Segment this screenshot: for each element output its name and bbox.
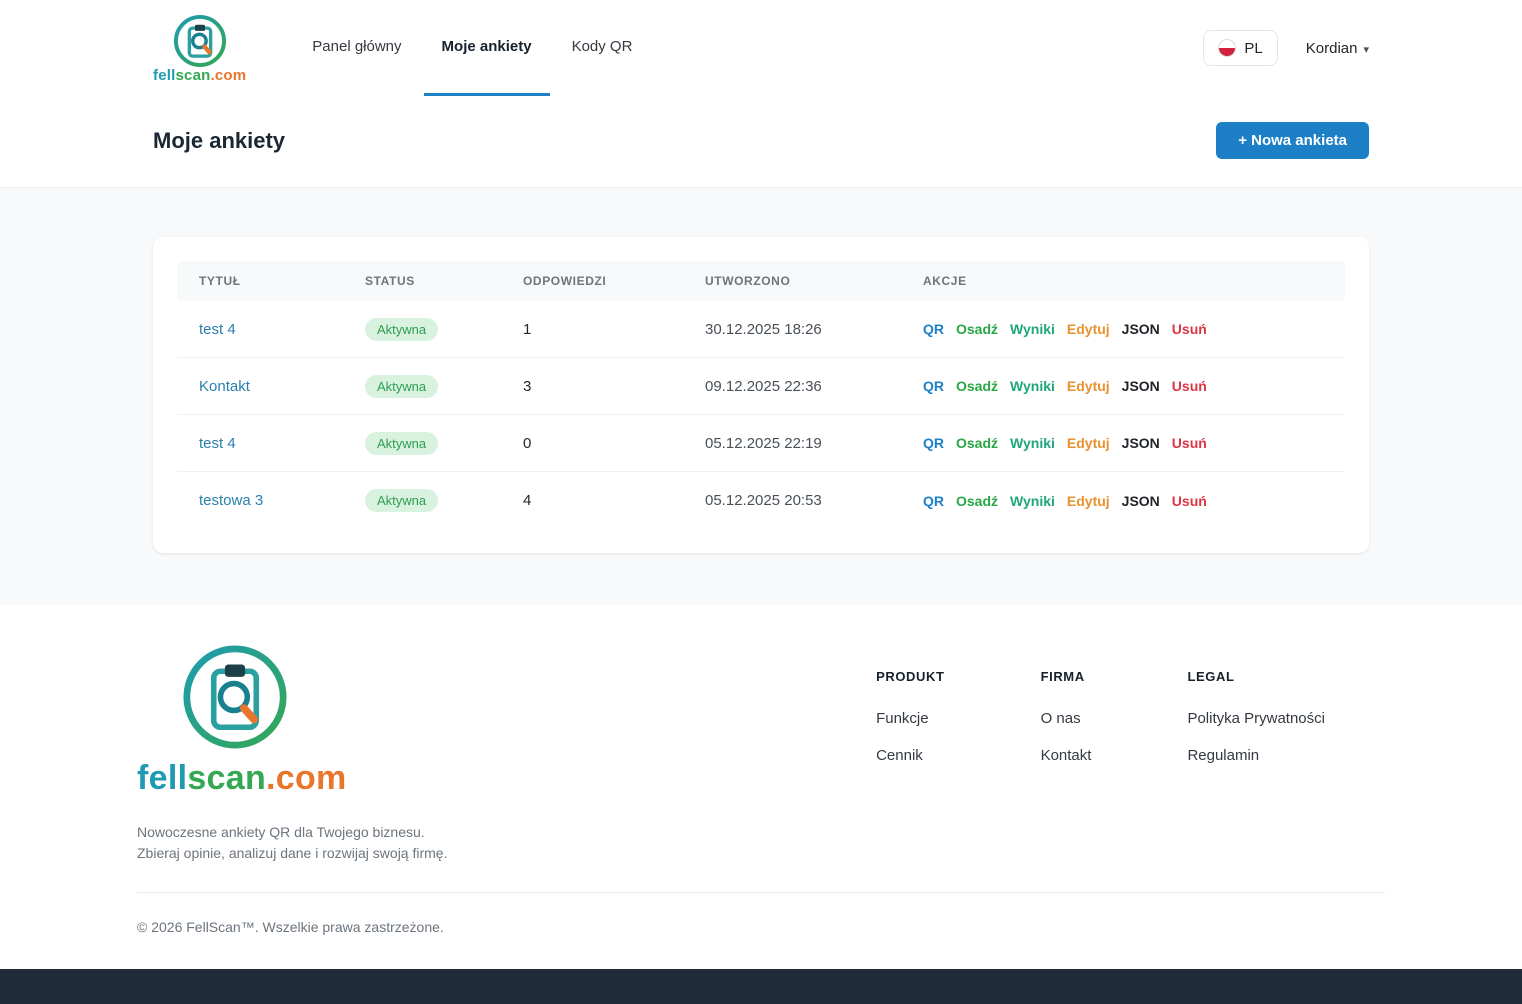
nav-kody-qr[interactable]: Kody QR — [554, 0, 651, 96]
action-qr-link[interactable]: QR — [923, 435, 944, 451]
table-row: test 4 Aktywna 0 05.12.2025 22:19 QR Osa… — [177, 415, 1345, 472]
status-badge: Aktywna — [365, 375, 438, 398]
status-badge: Aktywna — [365, 489, 438, 512]
page-header-bar: Moje ankiety + Nowa ankieta — [0, 96, 1522, 188]
copyright-text: © 2026 FellScan™. Wszelkie prawa zastrze… — [137, 893, 1385, 969]
surveys-card: Tytuł Status Odpowiedzi Utworzono Akcje … — [153, 237, 1369, 553]
action-qr-link[interactable]: QR — [923, 378, 944, 394]
row-actions: QR Osadź Wyniki Edytuj JSON Usuń — [923, 435, 1323, 451]
language-code: PL — [1244, 40, 1262, 57]
status-badge: Aktywna — [365, 432, 438, 455]
nav-panel-glowny[interactable]: Panel główny — [294, 0, 419, 96]
footer-logo-text: fellscan.com — [137, 759, 347, 798]
action-results-link[interactable]: Wyniki — [1010, 493, 1055, 509]
action-json-link[interactable]: JSON — [1122, 378, 1160, 394]
action-delete-link[interactable]: Usuń — [1172, 321, 1207, 337]
footer-tagline: Nowoczesne ankiety QR dla Twojego biznes… — [137, 822, 617, 864]
survey-title-link[interactable]: test 4 — [199, 435, 236, 452]
main-nav: Panel główny Moje ankiety Kody QR — [294, 0, 650, 96]
row-actions: QR Osadź Wyniki Edytuj JSON Usuń — [923, 493, 1323, 509]
survey-title-link[interactable]: testowa 3 — [199, 492, 263, 509]
action-json-link[interactable]: JSON — [1122, 321, 1160, 337]
action-delete-link[interactable]: Usuń — [1172, 435, 1207, 451]
site-footer: fellscan.com Nowoczesne ankiety QR dla T… — [0, 605, 1522, 969]
site-header: fellscan.com Panel główny Moje ankiety K… — [0, 0, 1522, 96]
action-edit-link[interactable]: Edytuj — [1067, 378, 1110, 394]
nav-moje-ankiety[interactable]: Moje ankiety — [424, 0, 550, 96]
action-results-link[interactable]: Wyniki — [1010, 321, 1055, 337]
footer-link-funkcje[interactable]: Funkcje — [876, 710, 944, 727]
footer-brand: fellscan.com Nowoczesne ankiety QR dla T… — [137, 641, 617, 864]
survey-title-link[interactable]: test 4 — [199, 321, 236, 338]
action-embed-link[interactable]: Osadź — [956, 378, 998, 394]
col-header-odpowiedzi: Odpowiedzi — [523, 274, 705, 288]
action-embed-link[interactable]: Osadź — [956, 321, 998, 337]
user-name: Kordian — [1306, 40, 1358, 57]
row-actions: QR Osadź Wyniki Edytuj JSON Usuń — [923, 321, 1323, 337]
footer-link-polityka[interactable]: Polityka Prywatności — [1187, 710, 1325, 727]
col-header-status: Status — [365, 274, 523, 288]
page-title: Moje ankiety — [153, 128, 285, 154]
footer-link-o-nas[interactable]: O nas — [1041, 710, 1092, 727]
responses-count: 0 — [523, 435, 705, 452]
status-badge: Aktywna — [365, 318, 438, 341]
action-edit-link[interactable]: Edytuj — [1067, 435, 1110, 451]
col-header-tytul: Tytuł — [199, 274, 365, 288]
action-json-link[interactable]: JSON — [1122, 435, 1160, 451]
footer-col-legal: LEGAL Polityka Prywatności Regulamin — [1187, 669, 1325, 864]
action-delete-link[interactable]: Usuń — [1172, 378, 1207, 394]
table-header-row: Tytuł Status Odpowiedzi Utworzono Akcje — [177, 261, 1345, 301]
table-row: test 4 Aktywna 1 30.12.2025 18:26 QR Osa… — [177, 301, 1345, 358]
bottom-dark-bar — [0, 969, 1522, 1004]
footer-col-title: FIRMA — [1041, 669, 1092, 684]
footer-col-produkt: PRODUKT Funkcje Cennik — [876, 669, 944, 864]
responses-count: 1 — [523, 321, 705, 338]
chevron-down-icon: ▾ — [1363, 43, 1369, 56]
col-header-akcje: Akcje — [923, 274, 1323, 288]
new-survey-button[interactable]: + Nowa ankieta — [1216, 122, 1369, 159]
footer-link-regulamin[interactable]: Regulamin — [1187, 747, 1325, 764]
action-embed-link[interactable]: Osadź — [956, 435, 998, 451]
site-logo[interactable]: fellscan.com — [153, 0, 246, 96]
language-selector[interactable]: PL — [1203, 30, 1277, 66]
row-actions: QR Osadź Wyniki Edytuj JSON Usuń — [923, 378, 1323, 394]
footer-link-cennik[interactable]: Cennik — [876, 747, 944, 764]
action-delete-link[interactable]: Usuń — [1172, 493, 1207, 509]
created-date: 05.12.2025 22:19 — [705, 435, 923, 452]
action-embed-link[interactable]: Osadź — [956, 493, 998, 509]
survey-title-link[interactable]: Kontakt — [199, 378, 250, 395]
footer-col-firma: FIRMA O nas Kontakt — [1041, 669, 1092, 864]
poland-flag-icon — [1218, 39, 1236, 57]
action-results-link[interactable]: Wyniki — [1010, 378, 1055, 394]
action-json-link[interactable]: JSON — [1122, 493, 1160, 509]
footer-logo-clipboard-magnifier-icon — [179, 641, 291, 753]
table-row: Kontakt Aktywna 3 09.12.2025 22:36 QR Os… — [177, 358, 1345, 415]
action-edit-link[interactable]: Edytuj — [1067, 493, 1110, 509]
logo-clipboard-magnifier-icon — [172, 13, 228, 69]
action-results-link[interactable]: Wyniki — [1010, 435, 1055, 451]
created-date: 05.12.2025 20:53 — [705, 492, 923, 509]
action-edit-link[interactable]: Edytuj — [1067, 321, 1110, 337]
footer-col-title: LEGAL — [1187, 669, 1325, 684]
responses-count: 4 — [523, 492, 705, 509]
header-right: PL Kordian ▾ — [1203, 0, 1369, 96]
table-row: testowa 3 Aktywna 4 05.12.2025 20:53 QR … — [177, 472, 1345, 529]
footer-col-title: PRODUKT — [876, 669, 944, 684]
responses-count: 3 — [523, 378, 705, 395]
col-header-utworzono: Utworzono — [705, 274, 923, 288]
action-qr-link[interactable]: QR — [923, 493, 944, 509]
logo-text: fellscan.com — [153, 67, 246, 84]
created-date: 30.12.2025 18:26 — [705, 321, 923, 338]
footer-link-kontakt[interactable]: Kontakt — [1041, 747, 1092, 764]
user-menu[interactable]: Kordian ▾ — [1306, 40, 1369, 57]
created-date: 09.12.2025 22:36 — [705, 378, 923, 395]
action-qr-link[interactable]: QR — [923, 321, 944, 337]
footer-link-columns: PRODUKT Funkcje Cennik FIRMA O nas Konta… — [876, 641, 1385, 864]
main-content: Tytuł Status Odpowiedzi Utworzono Akcje … — [0, 188, 1522, 605]
